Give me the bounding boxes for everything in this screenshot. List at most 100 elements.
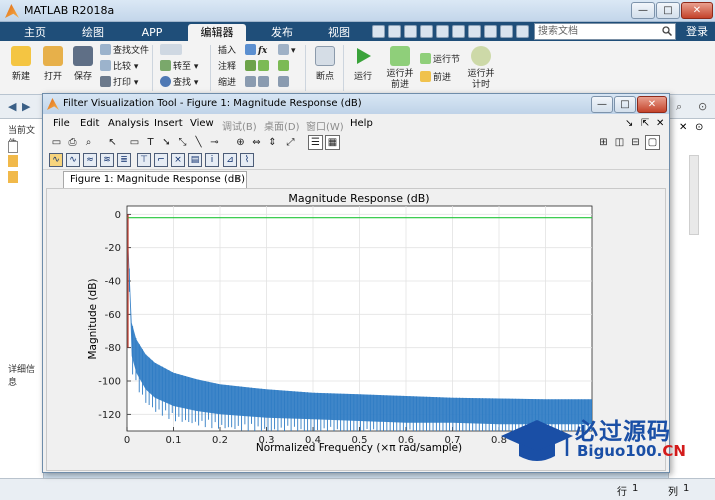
- single-view-icon[interactable]: ▢: [645, 135, 660, 150]
- quick-dropdown-icon[interactable]: [516, 25, 529, 38]
- comment-percent-icon[interactable]: [258, 60, 271, 74]
- smart-indent-icon[interactable]: [278, 76, 291, 90]
- fvtool-close-button[interactable]: ✕: [637, 96, 667, 113]
- search-documentation-input[interactable]: 搜索文档: [534, 23, 676, 40]
- tab-editor[interactable]: 编辑器: [188, 24, 246, 41]
- compare-button[interactable]: 比较 ▾: [100, 60, 138, 74]
- minimize-button[interactable]: —: [631, 2, 655, 19]
- figure-doc-tab[interactable]: Figure 1: Magnitude Response (dB) ✕: [63, 171, 247, 188]
- fx-button[interactable]: fx: [258, 44, 267, 58]
- step-response-icon[interactable]: ⌐: [154, 153, 168, 167]
- run-time-button[interactable]: 运行并计时: [466, 46, 496, 91]
- menu-view[interactable]: View: [190, 118, 214, 129]
- zoom-x-icon[interactable]: ⇔: [249, 135, 264, 150]
- quick-redo-icon[interactable]: [452, 25, 465, 38]
- indent-button[interactable]: 缩进: [218, 76, 258, 90]
- login-button[interactable]: 登录: [680, 23, 714, 40]
- menu-analysis[interactable]: Analysis: [108, 118, 149, 129]
- quick-cut-icon[interactable]: [388, 25, 401, 38]
- search-folder-icon[interactable]: ⌕: [676, 100, 682, 114]
- quick-switch-icon[interactable]: [468, 25, 481, 38]
- tab-view[interactable]: 视图: [318, 24, 360, 41]
- undock-icon[interactable]: ⇱: [641, 118, 649, 129]
- nav-arrows[interactable]: [160, 44, 184, 58]
- menu-window[interactable]: 窗口(W): [306, 118, 344, 133]
- pin-icon[interactable]: ⊸: [207, 135, 222, 150]
- new-button[interactable]: 新建: [6, 46, 36, 82]
- legend-icon[interactable]: ☰: [308, 135, 323, 150]
- quick-folder-icon[interactable]: [500, 25, 513, 38]
- uncomment-icon[interactable]: [278, 60, 291, 74]
- quick-undo-icon[interactable]: [436, 25, 449, 38]
- find-files-button[interactable]: 查找文件: [100, 44, 149, 58]
- comment-button[interactable]: 注释: [218, 60, 258, 74]
- panel-menu-icon[interactable]: ⊙: [695, 122, 703, 133]
- top-bottom-icon[interactable]: ⊟: [628, 135, 643, 150]
- panel-close-icon[interactable]: ✕: [679, 122, 687, 133]
- phase-delay-icon[interactable]: ≣: [117, 153, 131, 167]
- save-button[interactable]: 保存: [68, 46, 98, 82]
- print-preview-icon[interactable]: ⌕: [81, 135, 96, 150]
- print-button[interactable]: 打印 ▾: [100, 76, 138, 90]
- magnitude-response-icon[interactable]: ∿: [49, 153, 63, 167]
- menu-debug[interactable]: 调试(B): [222, 118, 257, 133]
- impulse-response-icon[interactable]: ⊤: [137, 153, 151, 167]
- close-button[interactable]: ✕: [681, 2, 713, 19]
- run-section-button[interactable]: 运行节: [420, 53, 460, 67]
- print-icon[interactable]: ⎙: [65, 135, 80, 150]
- menu-help[interactable]: Help: [350, 118, 373, 129]
- group-delay-icon[interactable]: ≋: [100, 153, 114, 167]
- fvtool-menu-close-icon[interactable]: ✕: [656, 118, 664, 129]
- back-arrow-icon[interactable]: ◀: [8, 100, 16, 113]
- tab-publish[interactable]: 发布: [258, 24, 306, 41]
- find-button[interactable]: 查找 ▾: [160, 76, 198, 90]
- zoom-y-icon[interactable]: ⇕: [265, 135, 280, 150]
- run-button[interactable]: 运行: [348, 46, 378, 82]
- folder-icon[interactable]: [8, 171, 18, 183]
- maximize-button[interactable]: □: [656, 2, 680, 19]
- advance-button[interactable]: 前进: [420, 71, 451, 85]
- forward-arrow-icon[interactable]: ▶: [22, 100, 30, 113]
- doc-tab-close-icon[interactable]: ✕: [234, 172, 242, 187]
- tab-plots[interactable]: 绘图: [72, 24, 114, 41]
- insert-dropdown-icon[interactable]: ▾: [278, 44, 296, 58]
- file-icon[interactable]: [8, 141, 18, 153]
- folder-icon[interactable]: [8, 155, 18, 167]
- left-right-icon[interactable]: ◫: [612, 135, 627, 150]
- phase-response-icon[interactable]: ∿: [66, 153, 80, 167]
- folder-options-icon[interactable]: ⊙: [698, 100, 707, 113]
- quick-help-icon[interactable]: [484, 25, 497, 38]
- fvtool-minimize-button[interactable]: —: [591, 96, 613, 113]
- mag-phase-icon[interactable]: ≈: [83, 153, 97, 167]
- vertical-scrollbar[interactable]: [689, 155, 699, 235]
- insert-line-icon[interactable]: ╲: [191, 135, 206, 150]
- insert-button[interactable]: 插入: [218, 44, 258, 58]
- menu-edit[interactable]: Edit: [80, 118, 99, 129]
- new-figure-icon[interactable]: ▭: [49, 135, 64, 150]
- tab-apps[interactable]: APP: [130, 24, 174, 41]
- round-off-noise-icon[interactable]: ⌇: [240, 153, 254, 167]
- open-button[interactable]: 打开: [38, 46, 68, 82]
- quick-copy-icon[interactable]: [404, 25, 417, 38]
- zoom-in-icon[interactable]: ⊕: [233, 135, 248, 150]
- filter-info-icon[interactable]: i: [205, 153, 219, 167]
- dock-arrow-icon[interactable]: ↘: [625, 118, 633, 129]
- insert-text-icon[interactable]: T: [143, 135, 158, 150]
- fvtool-maximize-button[interactable]: □: [614, 96, 636, 113]
- tab-home[interactable]: 主页: [14, 24, 56, 41]
- pole-zero-icon[interactable]: ×: [171, 153, 185, 167]
- full-view-icon[interactable]: ⤢: [283, 135, 298, 150]
- run-advance-button[interactable]: 运行并前进: [384, 46, 416, 91]
- decrease-indent-icon[interactable]: [258, 76, 271, 90]
- goto-button[interactable]: 转至 ▾: [160, 60, 198, 74]
- menu-insert[interactable]: Insert: [154, 118, 183, 129]
- magnitude-estimate-icon[interactable]: ⊿: [223, 153, 237, 167]
- select-pointer-icon[interactable]: ↖: [105, 135, 120, 150]
- insert-double-arrow-icon[interactable]: ⤡: [175, 135, 190, 150]
- insert-arrow-icon[interactable]: ➘: [159, 135, 174, 150]
- breakpoints-button[interactable]: 断点: [310, 46, 340, 82]
- menu-file[interactable]: File: [53, 118, 70, 129]
- tile-icon[interactable]: ⊞: [596, 135, 611, 150]
- quick-paste-icon[interactable]: [420, 25, 433, 38]
- grid-icon[interactable]: ▦: [325, 135, 340, 150]
